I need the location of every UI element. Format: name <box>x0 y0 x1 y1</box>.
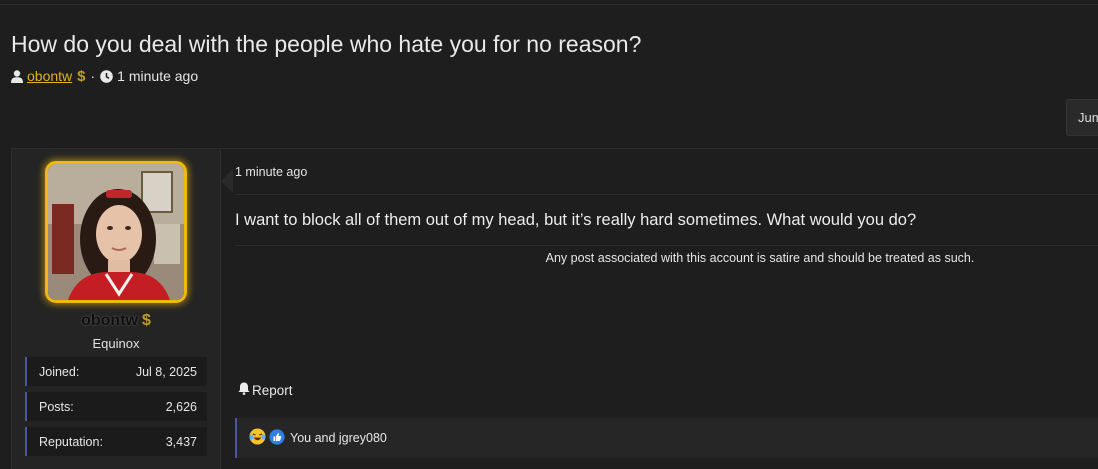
post-signature: Any post associated with this account is… <box>545 251 975 265</box>
thread-title: How do you deal with the people who hate… <box>11 31 642 57</box>
stat-value: 3,437 <box>165 434 197 449</box>
bell-icon <box>238 382 252 398</box>
post-pointer <box>221 169 233 193</box>
stat-label: Reputation: <box>39 434 103 449</box>
post-body: I want to block all of them out of my he… <box>235 211 917 229</box>
report-label: Report <box>252 382 293 398</box>
post-time[interactable]: 1 minute ago <box>235 165 307 179</box>
stat-label: Posts: <box>39 399 74 414</box>
stat-row-joined: Joined: Jul 8, 2025 <box>25 357 207 386</box>
thread-meta: obontw $ · 1 minute ago <box>11 67 198 85</box>
thumbs-up-icon <box>269 428 285 448</box>
jump-button[interactable]: Jump <box>1066 99 1098 136</box>
report-button[interactable]: Report <box>238 382 293 398</box>
post-username[interactable]: obontw $ <box>12 312 220 330</box>
user-icon <box>11 69 23 83</box>
meta-separator: · <box>90 68 96 84</box>
clock-icon <box>100 69 113 83</box>
post-header-divider <box>235 194 1098 195</box>
thread-time: 1 minute ago <box>117 68 199 84</box>
stat-value: 2,626 <box>165 399 197 414</box>
user-title: Equinox <box>92 336 140 351</box>
post: obontw $ Equinox Joined: Jul 8, 2025 Post… <box>11 148 1098 469</box>
reactions-bar[interactable]: You and jgrey080 <box>235 418 1098 458</box>
stat-row-reputation: Reputation: 3,437 <box>25 427 207 456</box>
stat-label: Joined: <box>39 364 80 379</box>
username-text: obontw <box>81 312 138 329</box>
signature-divider <box>235 245 1098 246</box>
top-divider <box>0 4 1098 5</box>
reactions-text[interactable]: You and jgrey080 <box>290 431 387 445</box>
laughing-crying-emoji-icon <box>249 428 266 448</box>
dollar-badge-icon: $ <box>77 67 86 85</box>
dollar-badge-icon: $ <box>141 312 151 329</box>
thread-author-link[interactable]: obontw <box>27 68 72 84</box>
user-sidebar: obontw $ Equinox Joined: Jul 8, 2025 Post… <box>12 149 221 469</box>
stat-row-posts: Posts: 2,626 <box>25 392 207 421</box>
stat-value: Jul 8, 2025 <box>135 364 197 379</box>
avatar[interactable] <box>45 161 187 303</box>
